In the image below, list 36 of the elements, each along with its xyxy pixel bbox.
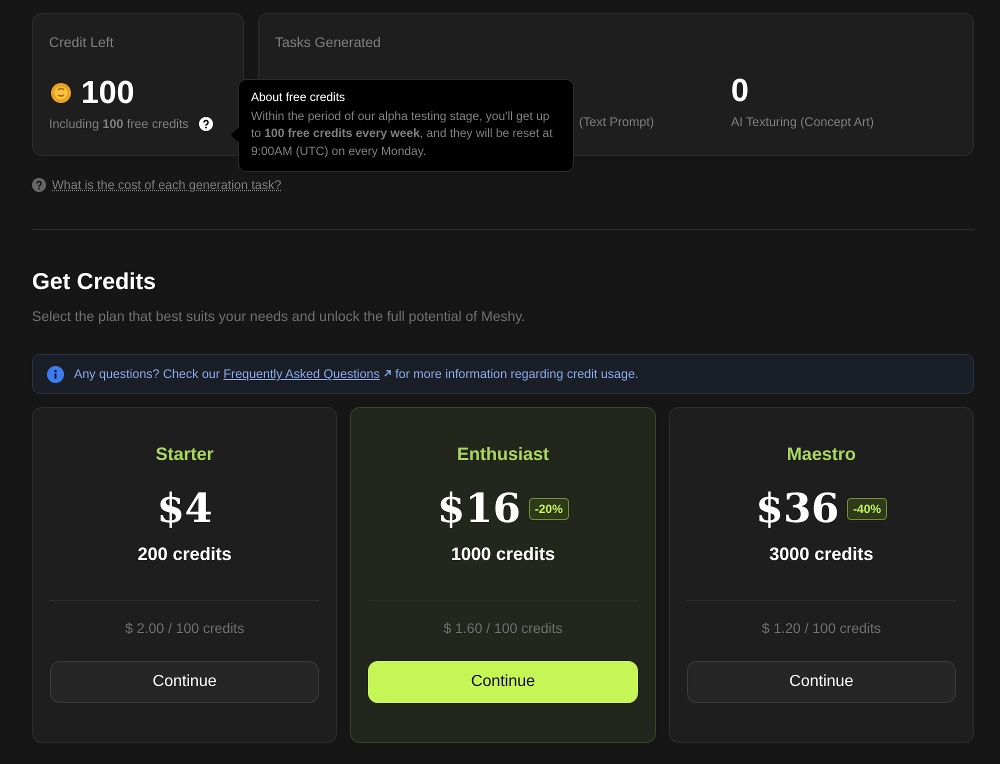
plan-price: $16 — [437, 485, 521, 532]
section-heading: Get Credits — [32, 268, 157, 295]
section-subtitle: Select the plan that best suits your needs and unlock the full potential of Meshy. — [32, 308, 526, 324]
cost-link[interactable]: What is the cost of each generation task? — [52, 178, 282, 192]
unit-price: $ 1.20 / 100 credits — [762, 620, 881, 636]
tooltip-text: Within the period of our alpha testing stage, you'll get up to 100 free credits every week, and they will be reset at 9:00AM (UTC) on every Monday. — [251, 108, 554, 160]
stat-label: AI Texturing (Concept Art) — [731, 115, 874, 129]
info-text: Any questions? Check our Frequently Asked Questions for more information regarding credit usage. — [74, 367, 638, 381]
external-link-icon — [382, 369, 392, 378]
discount-badge: -20% — [528, 498, 569, 520]
continue-button[interactable]: Continue — [50, 661, 320, 703]
coin-icon — [49, 80, 73, 104]
plan-price: $36 — [756, 485, 840, 532]
stat-value: 0 — [731, 72, 750, 109]
plan-price: $4 — [156, 485, 212, 532]
plan-name: Enthusiast — [456, 444, 549, 465]
plan-credits: 1000 credits — [450, 544, 556, 565]
continue-button[interactable]: Continue — [686, 661, 956, 703]
card-title: Tasks Generated — [275, 34, 382, 50]
help-icon[interactable] — [198, 117, 213, 131]
tooltip-title: About free credits — [251, 90, 346, 104]
help-icon — [32, 178, 46, 192]
info-icon — [47, 366, 64, 382]
continue-button[interactable]: Continue — [368, 661, 638, 703]
discount-badge: -40% — [847, 498, 888, 520]
credit-amount: 100 — [81, 74, 134, 111]
stat-label: (Text Prompt) — [579, 115, 656, 129]
unit-price: $ 1.60 / 100 credits — [443, 620, 563, 636]
unit-price: $ 2.00 / 100 credits — [125, 620, 244, 636]
plan-name: Starter — [156, 444, 214, 465]
plan-credits: 200 credits — [138, 544, 232, 565]
faq-link[interactable]: Frequently Asked Questions — [223, 367, 392, 381]
plan-credits: 3000 credits — [769, 544, 874, 565]
plan-name: Maestro — [786, 444, 856, 465]
card-title: Credit Left — [49, 34, 115, 50]
free-credits-note: Including 100 free credits — [49, 117, 189, 131]
